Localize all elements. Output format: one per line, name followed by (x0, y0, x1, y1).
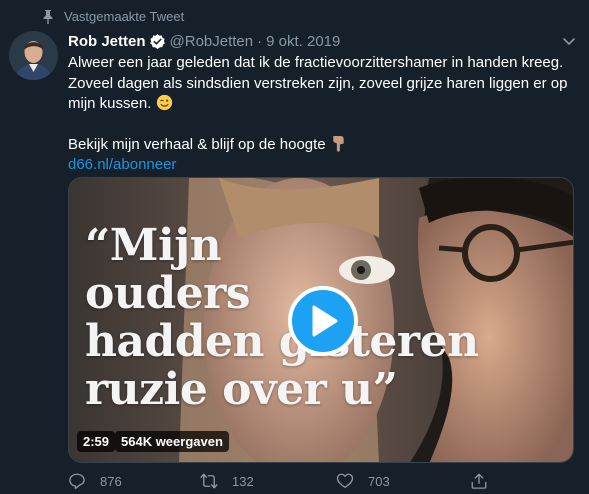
video-quote-overlay: “Mijn ouders hadden gisteren ruzie over … (85, 222, 479, 414)
author-handle[interactable]: @RobJetten (170, 33, 254, 50)
tweet-line: mijn kussen. (68, 95, 152, 112)
author-name[interactable]: Rob Jetten (68, 33, 146, 50)
quote-line: “Mijn (85, 220, 222, 271)
video-views-badge: 564K weergaven (115, 431, 229, 452)
like-button[interactable]: 703 (336, 472, 390, 490)
quote-line: ruzie over u” (85, 364, 398, 415)
quote-line: hadden gisteren (85, 316, 479, 367)
reply-button[interactable]: 876 (68, 472, 122, 490)
like-count: 703 (368, 473, 390, 489)
tweet-line: Bekijk mijn verhaal & blijf op de hoogte (68, 135, 326, 153)
tweet-date[interactable]: 9 okt. 2019 (266, 33, 340, 50)
tweet-line-with-emoji: mijn kussen. (68, 94, 578, 115)
share-button[interactable] (470, 472, 502, 490)
tweet-line: Alweer een jaar geleden dat ik de fracti… (68, 54, 564, 71)
pinned-tweet-indicator: Vastgemaakte Tweet (42, 9, 184, 24)
retweet-icon (200, 473, 218, 489)
avatar[interactable] (9, 31, 58, 80)
pinned-label: Vastgemaakte Tweet (64, 9, 185, 24)
retweet-count: 132 (232, 473, 254, 489)
play-icon (312, 305, 338, 337)
reply-icon (69, 473, 85, 490)
tweet-line-with-emoji: Bekijk mijn verhaal & blijf op de hoogte (68, 135, 578, 156)
share-icon (471, 473, 487, 489)
pointing-down-hand-emoji-icon (333, 135, 344, 152)
play-button[interactable] (288, 286, 358, 356)
tweet-line: Zoveel dagen als sindsdien verstreken zi… (68, 74, 568, 92)
tweet-header: Rob Jetten @RobJetten · 9 okt. 2019 (68, 31, 577, 51)
quote-line: ouders (85, 268, 251, 319)
video-player[interactable]: “Mijn ouders hadden gisteren ruzie over … (68, 177, 574, 463)
chevron-down-icon[interactable] (561, 33, 577, 49)
tweet-text: Alweer een jaar geleden dat ik de fracti… (68, 53, 578, 176)
tweet-link[interactable]: d66.nl/abonneer (68, 156, 176, 173)
heart-icon (336, 473, 354, 489)
separator-dot: · (257, 32, 263, 50)
pin-icon (43, 9, 53, 24)
verified-badge-icon (149, 33, 165, 49)
winking-face-emoji-icon (156, 94, 172, 111)
reply-count: 876 (100, 473, 122, 489)
video-duration-badge: 2:59 (77, 431, 116, 452)
retweet-button[interactable]: 132 (200, 472, 254, 490)
